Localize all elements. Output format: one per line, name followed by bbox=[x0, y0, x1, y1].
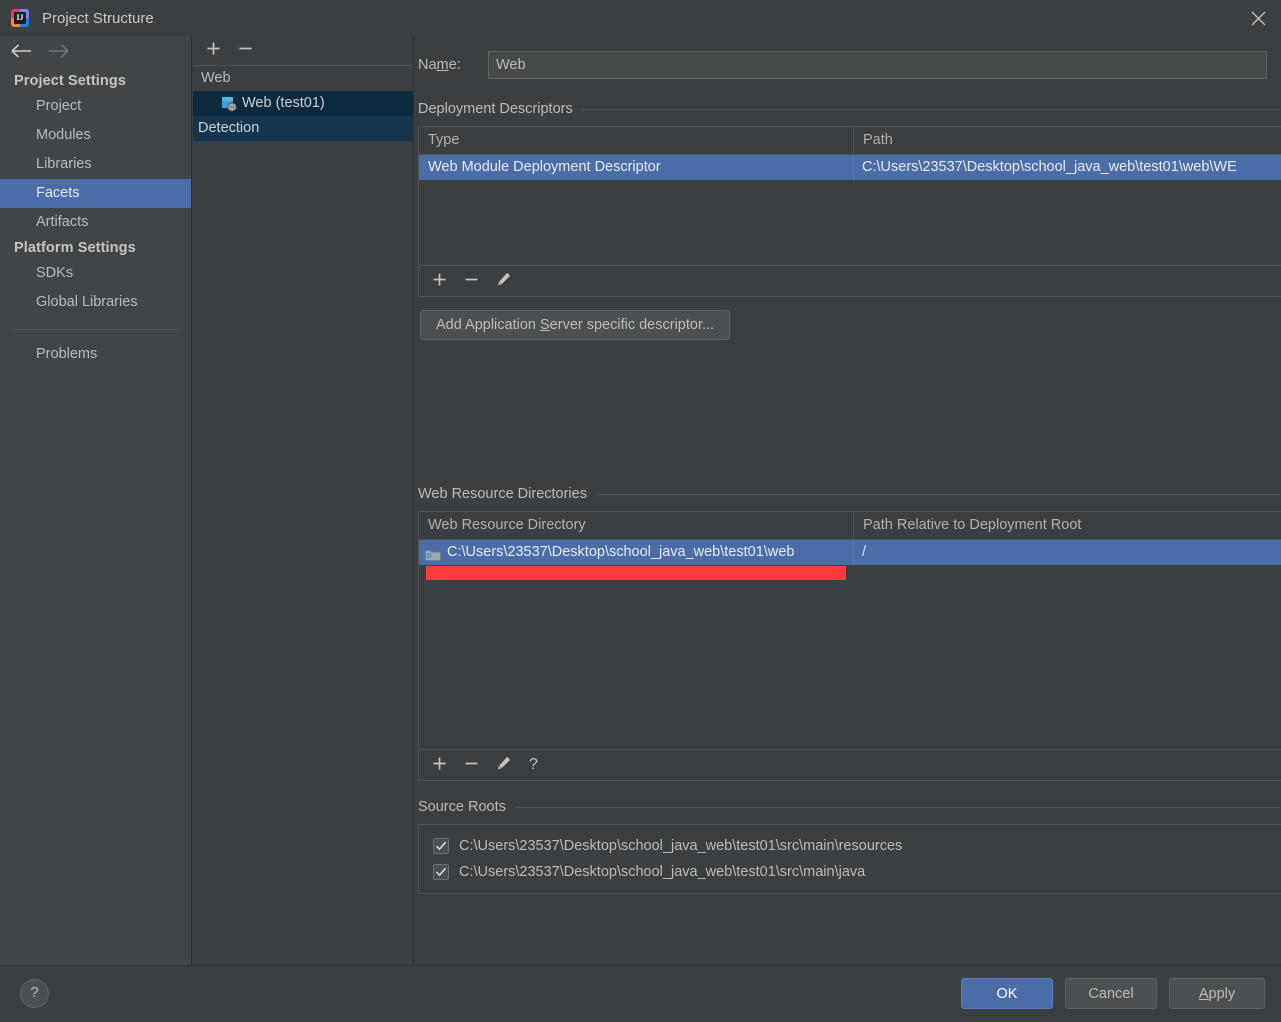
column-header-web-resource-directory[interactable]: Web Resource Directory bbox=[419, 512, 853, 539]
web-resource-directories-toolbar: ? bbox=[419, 749, 1281, 780]
column-header-path[interactable]: Path bbox=[853, 127, 1281, 154]
name-row: Name: bbox=[415, 36, 1281, 79]
red-highlight-bar bbox=[426, 566, 846, 580]
web-facet-icon bbox=[221, 96, 237, 112]
source-roots-title: Source Roots bbox=[418, 799, 506, 815]
cancel-button[interactable]: Cancel bbox=[1065, 978, 1157, 1009]
question-mark-icon[interactable]: ? bbox=[529, 757, 538, 773]
deployment-descriptors-title: Deployment Descriptors bbox=[418, 101, 573, 117]
section-rule bbox=[514, 806, 1280, 808]
section-rule bbox=[581, 108, 1280, 110]
dialog-footer: ? OK Cancel Apply bbox=[0, 965, 1281, 1022]
name-label: Name: bbox=[418, 57, 461, 73]
list-item[interactable]: C:\Users\23537\Desktop\school_java_web\t… bbox=[419, 833, 1281, 859]
navigation-arrows bbox=[0, 36, 191, 70]
sidebar-item-sdks[interactable]: SDKs bbox=[0, 259, 191, 288]
web-resource-directories-title: Web Resource Directories bbox=[418, 486, 587, 502]
sidebar-item-libraries[interactable]: Libraries bbox=[0, 150, 191, 179]
sidebar-group-platform-settings: Platform Settings bbox=[14, 240, 136, 256]
table-header-row: Web Resource Directory Path Relative to … bbox=[419, 512, 1281, 540]
intellij-idea-icon: IJ bbox=[11, 9, 29, 27]
apply-button[interactable]: Apply bbox=[1169, 978, 1265, 1009]
plus-icon[interactable] bbox=[206, 41, 221, 60]
pencil-icon[interactable] bbox=[496, 271, 512, 291]
window-title-bar: IJ Project Structure bbox=[0, 0, 1281, 37]
facet-tree-group-web[interactable]: Web bbox=[193, 66, 413, 91]
close-icon[interactable] bbox=[1235, 0, 1281, 36]
web-resource-directories-table: Web Resource Directory Path Relative to … bbox=[418, 511, 1281, 781]
column-header-path-relative[interactable]: Path Relative to Deployment Root bbox=[853, 512, 1281, 539]
source-root-path: C:\Users\23537\Desktop\school_java_web\t… bbox=[459, 838, 903, 854]
source-root-path: C:\Users\23537\Desktop\school_java_web\t… bbox=[459, 864, 866, 880]
cell-descriptor-path: C:\Users\23537\Desktop\school_java_web\t… bbox=[853, 155, 1281, 180]
facet-tree-panel: Web Web (test01) Detection bbox=[193, 36, 414, 966]
back-arrow-icon[interactable] bbox=[10, 43, 32, 63]
sidebar-item-problems[interactable]: Problems bbox=[0, 340, 191, 369]
facet-tree-item-web-test01[interactable]: Web (test01) bbox=[193, 91, 413, 116]
table-header-row: Type Path bbox=[419, 127, 1281, 155]
facet-settings-content: Name: Deployment Descriptors Type Path W… bbox=[415, 36, 1281, 966]
minus-icon[interactable] bbox=[238, 41, 253, 60]
sidebar-group-project-settings: Project Settings bbox=[14, 73, 126, 89]
minus-icon[interactable] bbox=[464, 756, 479, 775]
ok-button[interactable]: OK bbox=[961, 978, 1053, 1009]
pencil-icon[interactable] bbox=[496, 755, 512, 775]
window-title: Project Structure bbox=[42, 9, 154, 27]
sidebar-divider bbox=[12, 329, 181, 330]
cell-directory-path: C:\Users\23537\Desktop\school_java_web\t… bbox=[447, 544, 795, 560]
list-item[interactable]: C:\Users\23537\Desktop\school_java_web\t… bbox=[419, 859, 1281, 885]
facet-tree-item-detection[interactable]: Detection bbox=[193, 116, 413, 141]
add-application-server-descriptor-button[interactable]: Add Application Server specific descript… bbox=[420, 310, 731, 340]
section-rule bbox=[595, 493, 1280, 495]
deployment-descriptors-table: Type Path Web Module Deployment Descript… bbox=[418, 126, 1281, 297]
cell-descriptor-type: Web Module Deployment Descriptor bbox=[428, 159, 661, 175]
cell-relative-path: / bbox=[853, 540, 1281, 565]
help-button[interactable]: ? bbox=[20, 979, 49, 1008]
source-roots-list: C:\Users\23537\Desktop\school_java_web\t… bbox=[418, 824, 1281, 894]
source-roots-header: Source Roots bbox=[415, 799, 1281, 815]
sidebar-item-facets[interactable]: Facets bbox=[0, 179, 191, 208]
facet-tree-toolbar bbox=[193, 36, 413, 66]
plus-icon[interactable] bbox=[432, 756, 447, 775]
facet-tree-detection-label: Detection bbox=[198, 120, 260, 136]
source-root-checkbox[interactable] bbox=[433, 838, 449, 854]
forward-arrow-icon[interactable] bbox=[48, 43, 70, 63]
cell-web-resource-directory: C:\Users\23537\Desktop\school_java_web\t… bbox=[419, 540, 853, 565]
source-root-checkbox[interactable] bbox=[433, 864, 449, 880]
column-header-type[interactable]: Type bbox=[419, 127, 853, 154]
sidebar-item-artifacts[interactable]: Artifacts bbox=[0, 208, 191, 237]
web-resource-directories-header: Web Resource Directories bbox=[415, 486, 1281, 502]
sidebar-item-modules[interactable]: Modules bbox=[0, 121, 191, 150]
facet-tree-group-label: Web bbox=[201, 70, 231, 86]
table-row[interactable]: Web Module Deployment Descriptor C:\User… bbox=[419, 155, 1281, 180]
facet-tree-item-label: Web (test01) bbox=[242, 95, 325, 111]
deployment-descriptors-toolbar bbox=[419, 265, 1281, 296]
sidebar-item-project[interactable]: Project bbox=[0, 92, 191, 121]
deployment-descriptors-header: Deployment Descriptors bbox=[415, 101, 1281, 117]
settings-sidebar: Project Settings Project Modules Librari… bbox=[0, 36, 192, 966]
folder-icon bbox=[425, 546, 441, 561]
minus-icon[interactable] bbox=[464, 272, 479, 291]
name-input[interactable] bbox=[488, 51, 1267, 79]
table-row[interactable]: C:\Users\23537\Desktop\school_java_web\t… bbox=[419, 540, 1281, 565]
sidebar-item-global-libraries[interactable]: Global Libraries bbox=[0, 288, 191, 317]
plus-icon[interactable] bbox=[432, 272, 447, 291]
